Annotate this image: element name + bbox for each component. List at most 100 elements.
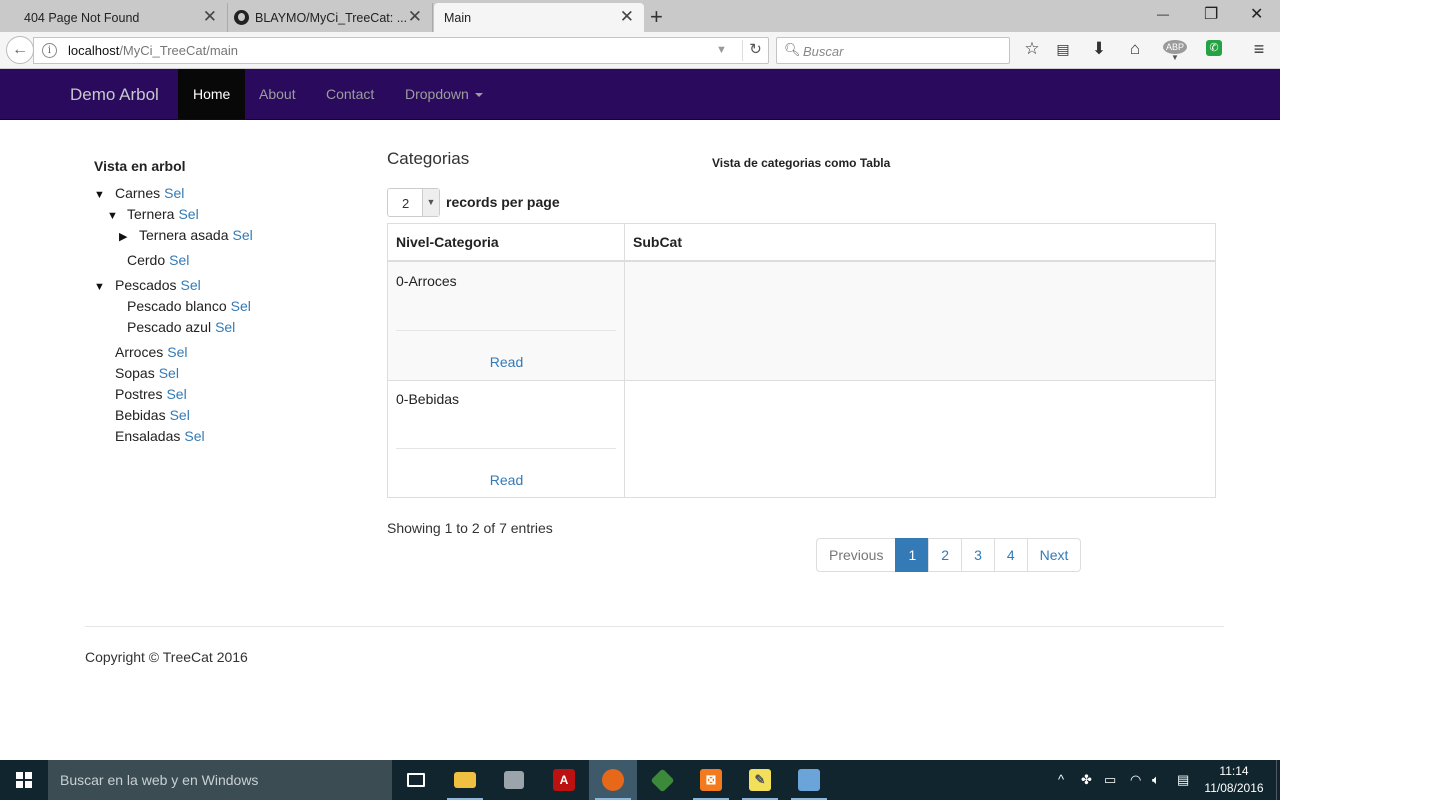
- tree-node-pescados: ▼ Pescados Sel: [94, 277, 201, 293]
- window-close-button[interactable]: ✕: [1250, 4, 1263, 24]
- virtualbox-icon[interactable]: [785, 760, 833, 800]
- github-icon: [234, 10, 249, 25]
- url-bar[interactable]: i localhost/MyCi_TreeCat/main ▼ ↻: [33, 37, 769, 64]
- firefox-glyph: [602, 769, 624, 791]
- tree-node-postres: Postres Sel: [115, 386, 187, 402]
- restore-button[interactable]: ❐: [1204, 4, 1218, 24]
- tree-node-bebidas: Bebidas Sel: [115, 407, 190, 423]
- select-link[interactable]: Sel: [184, 428, 204, 444]
- virtualbox-glyph: [798, 769, 820, 791]
- cell-subcat: [626, 262, 1215, 380]
- select-link[interactable]: Sel: [166, 386, 186, 402]
- task-view-glyph: [407, 773, 425, 787]
- select-link[interactable]: Sel: [167, 344, 187, 360]
- tree-node-pescado-azul: Pescado azul Sel: [127, 319, 235, 335]
- records-per-page-select[interactable]: 2 ▼: [387, 188, 440, 217]
- cell-divider: [396, 330, 616, 331]
- pagination-page-3[interactable]: 3: [961, 538, 995, 572]
- categories-table: Nivel-Categoria SubCat 0-Arroces Read 0-…: [387, 223, 1216, 498]
- home-icon[interactable]: ⌂: [1124, 39, 1146, 59]
- tree-node-ternera: ▼ Ternera Sel: [107, 206, 199, 222]
- nav-dropdown[interactable]: Dropdown: [390, 69, 498, 119]
- navbar-brand[interactable]: Demo Arbol: [70, 85, 159, 105]
- clock-time[interactable]: 11:14: [1206, 764, 1262, 778]
- windows-logo-icon: [16, 772, 32, 788]
- show-hidden-icons-icon[interactable]: ^: [1058, 772, 1064, 787]
- expanded-toggle-icon[interactable]: ▼: [94, 281, 108, 293]
- select-link[interactable]: Sel: [164, 185, 184, 201]
- adblock-icon[interactable]: ABP ▼: [1160, 40, 1190, 62]
- notes-icon[interactable]: ✎: [736, 760, 784, 800]
- column-header-nivel-categoria[interactable]: Nivel-Categoria: [388, 224, 625, 262]
- back-button[interactable]: ←: [6, 36, 34, 64]
- url-text[interactable]: localhost/MyCi_TreeCat/main: [68, 43, 238, 58]
- clock-date[interactable]: 11/08/2016: [1200, 781, 1268, 795]
- pagination-next[interactable]: Next: [1026, 538, 1082, 572]
- select-link[interactable]: Sel: [169, 252, 189, 268]
- records-per-page-value: 2: [402, 196, 410, 211]
- pagination-page-2[interactable]: 2: [928, 538, 963, 572]
- pagination-page-1[interactable]: 1: [895, 538, 930, 572]
- select-link[interactable]: Sel: [233, 227, 253, 243]
- select-link[interactable]: Sel: [180, 277, 200, 293]
- notifications-icon[interactable]: ▤: [1177, 772, 1189, 788]
- nav-about[interactable]: About: [244, 69, 311, 119]
- select-link[interactable]: Sel: [170, 407, 190, 423]
- read-link[interactable]: Read: [388, 354, 625, 370]
- browser-tab-github[interactable]: BLAYMO/MyCi_TreeCat: ... ✕: [228, 3, 433, 32]
- task-view-icon[interactable]: [392, 760, 440, 800]
- reload-icon[interactable]: ↻: [742, 40, 768, 61]
- url-path: /MyCi_TreeCat/main: [119, 43, 239, 58]
- browser-tab-main[interactable]: Main ✕: [434, 3, 644, 32]
- start-button[interactable]: [0, 760, 48, 800]
- volume-muted-icon[interactable]: 🔈︎: [1152, 772, 1160, 788]
- reading-list-icon[interactable]: ▤: [1052, 41, 1074, 58]
- pagination-page-4[interactable]: 4: [993, 538, 1028, 572]
- close-tab-icon[interactable]: ✕: [203, 8, 217, 25]
- tab-title: BLAYMO/MyCi_TreeCat: ...: [255, 10, 408, 25]
- wifi-icon[interactable]: ◠: [1130, 772, 1141, 788]
- acrobat-icon[interactable]: A: [540, 760, 588, 800]
- firefox-icon[interactable]: [589, 760, 637, 800]
- expanded-toggle-icon[interactable]: ▼: [94, 189, 108, 201]
- cell-nivel-categoria: 0-Bebidas Read: [388, 380, 625, 498]
- new-tab-button[interactable]: +: [650, 4, 663, 30]
- git-icon[interactable]: [638, 760, 686, 800]
- column-header-subcat[interactable]: SubCat: [625, 224, 1215, 262]
- tree-node-carnes: ▼ Carnes Sel: [94, 185, 184, 201]
- select-link[interactable]: Sel: [215, 319, 235, 335]
- file-explorer-icon[interactable]: [441, 760, 489, 800]
- history-dropdown-icon[interactable]: ▼: [716, 44, 727, 56]
- dropbox-icon[interactable]: ✤: [1081, 772, 1092, 788]
- whatsapp-icon[interactable]: ✆: [1206, 40, 1222, 56]
- tree-node-cerdo: Cerdo Sel: [127, 252, 189, 268]
- store-glyph: [504, 771, 524, 789]
- star-icon[interactable]: ☆: [1021, 39, 1043, 59]
- minimize-button[interactable]: —: [1157, 7, 1169, 21]
- taskbar-search-input[interactable]: Buscar en la web y en Windows: [48, 760, 392, 800]
- nav-contact[interactable]: Contact: [311, 69, 389, 119]
- download-icon[interactable]: ⬇: [1088, 39, 1110, 59]
- expanded-toggle-icon[interactable]: ▼: [107, 210, 121, 222]
- pdf-glyph: A: [553, 769, 575, 791]
- read-link[interactable]: Read: [388, 472, 625, 488]
- nav-home[interactable]: Home: [178, 69, 246, 119]
- info-icon[interactable]: i: [42, 43, 57, 58]
- entries-info: Showing 1 to 2 of 7 entries: [387, 520, 553, 536]
- store-icon[interactable]: [490, 760, 538, 800]
- collapsed-toggle-icon[interactable]: ▶: [119, 230, 133, 243]
- select-link[interactable]: Sel: [231, 298, 251, 314]
- show-desktop-button[interactable]: [1276, 760, 1280, 800]
- tree-node-label: Sopas: [115, 365, 155, 381]
- menu-icon[interactable]: ≡: [1248, 39, 1270, 60]
- pagination-previous[interactable]: Previous: [816, 538, 897, 572]
- search-input[interactable]: 🔍︎ Buscar: [776, 37, 1010, 64]
- select-link[interactable]: Sel: [159, 365, 179, 381]
- battery-icon[interactable]: ▭: [1104, 772, 1116, 788]
- close-tab-icon[interactable]: ✕: [620, 8, 634, 25]
- select-link[interactable]: Sel: [178, 206, 198, 222]
- tree-node-label: Pescados: [115, 277, 177, 293]
- close-tab-icon[interactable]: ✕: [408, 8, 422, 25]
- xampp-icon[interactable]: ⊠: [687, 760, 735, 800]
- browser-tab-404[interactable]: 404 Page Not Found ✕: [0, 3, 228, 32]
